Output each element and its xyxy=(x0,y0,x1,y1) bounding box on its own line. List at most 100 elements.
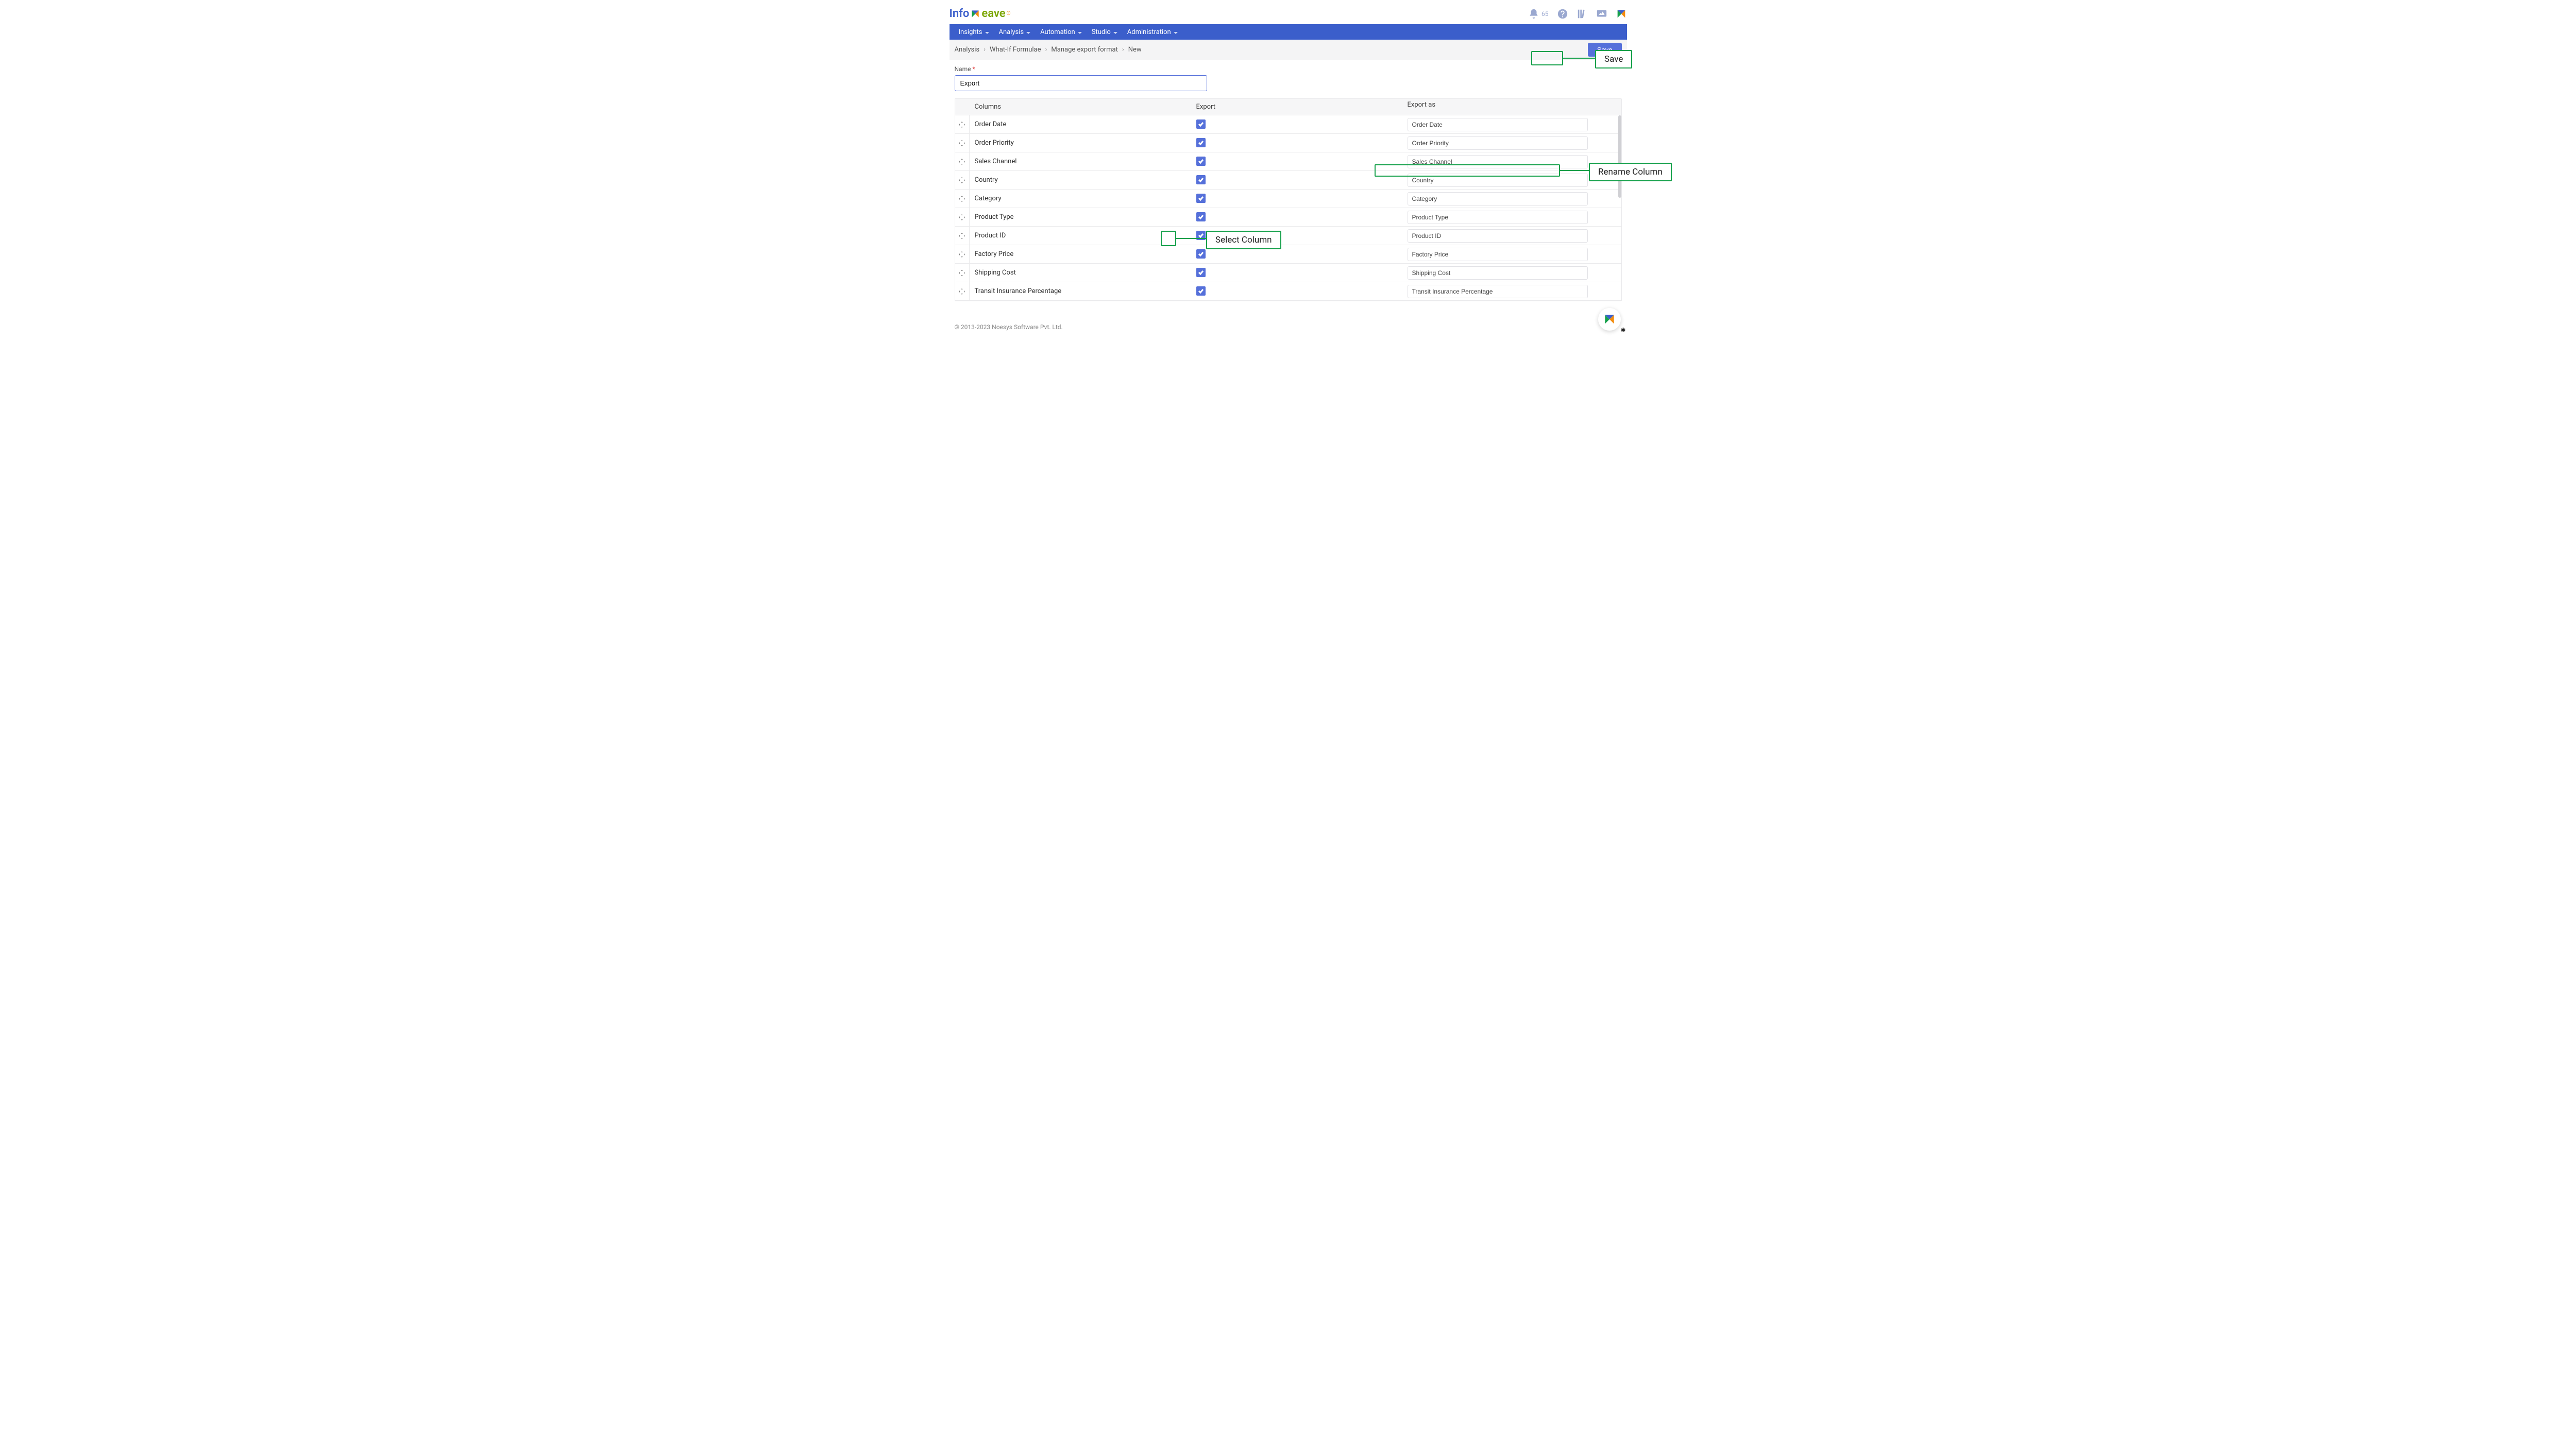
export-cell xyxy=(1191,264,1402,282)
export-as-cell xyxy=(1402,116,1621,133)
export-as-input[interactable] xyxy=(1408,266,1588,280)
column-name-cell: Factory Price xyxy=(970,246,1191,262)
export-cell xyxy=(1191,152,1402,170)
export-cell xyxy=(1191,171,1402,189)
floating-action-button[interactable] xyxy=(1598,308,1621,331)
footer: © 2013-2023 Noesys Software Pvt. Ltd. ✱ xyxy=(950,317,1627,337)
topbar-icons: 65 xyxy=(1528,8,1627,20)
nav-studio[interactable]: Studio xyxy=(1087,28,1122,36)
weave-icon xyxy=(1616,8,1627,20)
library-button[interactable] xyxy=(1577,8,1588,20)
export-checkbox[interactable] xyxy=(1196,268,1206,277)
column-name-cell: Product Type xyxy=(970,209,1191,225)
monitor-button[interactable] xyxy=(1596,8,1607,20)
export-checkbox[interactable] xyxy=(1196,157,1206,166)
breadcrumb-item[interactable]: Manage export format xyxy=(1051,46,1117,54)
name-field-row: Name * xyxy=(950,60,1627,94)
export-as-cell xyxy=(1402,190,1621,208)
drag-handle-icon[interactable] xyxy=(955,115,970,133)
nav-administration[interactable]: Administration xyxy=(1122,28,1182,36)
drag-handle-icon[interactable] xyxy=(955,264,970,282)
export-cell xyxy=(1191,282,1402,300)
weave-icon xyxy=(1603,313,1616,326)
annotation-line xyxy=(1563,58,1595,59)
help-button[interactable] xyxy=(1557,8,1568,20)
main-nav: Insights Analysis Automation Studio Admi… xyxy=(950,24,1627,40)
column-name-cell: Order Priority xyxy=(970,135,1191,151)
export-checkbox[interactable] xyxy=(1196,119,1206,129)
table-row: Shipping Cost xyxy=(955,264,1621,282)
copyright-text: © 2013-2023 Noesys Software Pvt. Ltd. xyxy=(955,323,1063,331)
nav-insights[interactable]: Insights xyxy=(954,28,994,36)
drag-handle-icon[interactable] xyxy=(955,171,970,189)
drag-handle-icon[interactable] xyxy=(955,152,970,170)
annotation-line xyxy=(1176,238,1206,239)
table-row: Order Date xyxy=(955,115,1621,134)
col-drag-header xyxy=(955,99,970,115)
export-checkbox[interactable] xyxy=(1196,212,1206,221)
drag-handle-icon[interactable] xyxy=(955,208,970,226)
col-export-header: Export xyxy=(1191,99,1402,115)
export-checkbox[interactable] xyxy=(1196,249,1206,259)
name-label: Name * xyxy=(955,65,975,73)
chevron-down-icon xyxy=(1026,30,1030,34)
export-as-input[interactable] xyxy=(1408,248,1588,261)
table-row: Transit Insurance Percentage xyxy=(955,282,1621,301)
export-as-cell xyxy=(1402,172,1621,189)
table-body: Order Date Order Priority Sales Channel Cou… xyxy=(955,115,1621,301)
export-as-input[interactable] xyxy=(1408,285,1588,298)
table-header: Columns Export Export as xyxy=(955,99,1621,115)
export-checkbox[interactable] xyxy=(1196,138,1206,147)
drag-handle-icon[interactable] xyxy=(955,227,970,245)
books-icon xyxy=(1577,8,1588,20)
topbar: Info eave ® 65 xyxy=(950,2,1627,24)
drag-handle-icon[interactable] xyxy=(955,134,970,152)
export-as-input[interactable] xyxy=(1408,192,1588,205)
subbar: Analysis › What-If Formulae › Manage exp… xyxy=(950,40,1627,60)
export-cell xyxy=(1191,190,1402,208)
export-as-cell xyxy=(1402,134,1621,152)
export-as-input[interactable] xyxy=(1408,155,1588,168)
column-name-cell: Order Date xyxy=(970,116,1191,132)
table-row: Sales Channel xyxy=(955,152,1621,171)
nav-analysis[interactable]: Analysis xyxy=(994,28,1036,36)
drag-handle-icon[interactable] xyxy=(955,282,970,300)
column-name-cell: Transit Insurance Percentage xyxy=(970,283,1191,299)
export-checkbox[interactable] xyxy=(1196,286,1206,296)
app-frame: Info eave ® 65 xyxy=(950,2,1627,337)
table-row: Order Priority xyxy=(955,134,1621,152)
export-checkbox[interactable] xyxy=(1196,194,1206,203)
export-as-input[interactable] xyxy=(1408,174,1588,187)
drag-handle-icon[interactable] xyxy=(955,245,970,263)
table-row: Product ID xyxy=(955,227,1621,245)
breadcrumb-item[interactable]: What-If Formulae xyxy=(990,46,1041,54)
notifications-button[interactable]: 65 xyxy=(1528,8,1549,20)
nav-label: Administration xyxy=(1127,28,1171,36)
chevron-right-icon: › xyxy=(1122,46,1124,54)
export-checkbox[interactable] xyxy=(1196,175,1206,184)
drag-handle-icon[interactable] xyxy=(955,190,970,208)
scrollbar[interactable] xyxy=(1618,115,1621,198)
export-as-cell xyxy=(1402,264,1621,282)
export-as-input[interactable] xyxy=(1408,118,1588,131)
export-as-input[interactable] xyxy=(1408,136,1588,150)
chevron-down-icon xyxy=(1113,30,1117,34)
breadcrumb-item[interactable]: Analysis xyxy=(955,46,980,54)
column-name-cell: Category xyxy=(970,191,1191,207)
export-as-input[interactable] xyxy=(1408,229,1588,243)
export-as-input[interactable] xyxy=(1408,211,1588,224)
column-name-cell: Sales Channel xyxy=(970,153,1191,169)
chevron-right-icon: › xyxy=(1045,46,1047,54)
nav-label: Studio xyxy=(1092,28,1111,36)
chevron-down-icon xyxy=(1173,30,1177,34)
nav-automation[interactable]: Automation xyxy=(1035,28,1087,36)
breadcrumb: Analysis › What-If Formulae › Manage exp… xyxy=(955,46,1142,54)
breadcrumb-item: New xyxy=(1128,46,1142,54)
app-switcher-button[interactable] xyxy=(1616,8,1627,20)
nav-label: Insights xyxy=(959,28,982,36)
column-name-cell: Country xyxy=(970,172,1191,188)
bug-icon[interactable]: ✱ xyxy=(1620,327,1625,334)
export-as-cell xyxy=(1402,283,1621,300)
export-as-cell xyxy=(1402,209,1621,226)
name-input[interactable] xyxy=(955,75,1207,91)
